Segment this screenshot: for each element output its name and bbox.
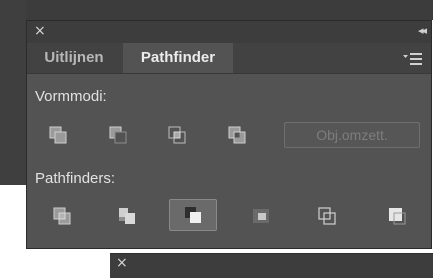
exclude-icon xyxy=(228,126,246,144)
crop-button[interactable] xyxy=(246,201,276,231)
divide-button[interactable] xyxy=(47,201,77,231)
divide-icon xyxy=(53,207,71,225)
close-icon[interactable]: × xyxy=(34,24,46,38)
panel-titlebar[interactable]: × ◂◂ xyxy=(27,21,431,44)
panel-menu-icon[interactable] xyxy=(403,52,423,66)
trim-button[interactable] xyxy=(112,201,142,231)
unite-icon xyxy=(49,126,67,144)
intersect-button[interactable] xyxy=(162,120,192,150)
minus-front-button[interactable] xyxy=(103,120,133,150)
tab-uitlijnen[interactable]: Uitlijnen xyxy=(27,43,121,73)
minus-back-icon xyxy=(389,208,406,225)
panel-tabs: Uitlijnen Pathfinder xyxy=(27,43,431,74)
collapsed-panel: × xyxy=(110,253,433,278)
pathfinder-panel: × ◂◂ Uitlijnen Pathfinder Vormmodi: Obj.… xyxy=(26,20,432,249)
unite-button[interactable] xyxy=(43,120,73,150)
close-icon[interactable]: × xyxy=(116,256,128,270)
shape-modes-label: Vormmodi: xyxy=(35,88,107,105)
tab-pathfinder[interactable]: Pathfinder xyxy=(123,43,233,73)
trim-icon xyxy=(119,208,135,224)
outline-icon xyxy=(318,207,336,225)
merge-icon xyxy=(185,207,201,223)
minus-back-button[interactable] xyxy=(382,201,412,231)
intersect-icon xyxy=(168,126,186,144)
crop-icon xyxy=(253,209,269,223)
expand-button[interactable]: Obj.omzett. xyxy=(284,122,420,148)
background-app-strip xyxy=(0,0,433,20)
merge-button[interactable] xyxy=(169,199,217,231)
minus-front-icon xyxy=(109,126,127,144)
outline-button[interactable] xyxy=(312,201,342,231)
pathfinders-label: Pathfinders: xyxy=(35,170,116,187)
collapse-panel-icon[interactable]: ◂◂ xyxy=(418,25,427,37)
background-app-left xyxy=(0,0,26,185)
exclude-button[interactable] xyxy=(222,120,252,150)
